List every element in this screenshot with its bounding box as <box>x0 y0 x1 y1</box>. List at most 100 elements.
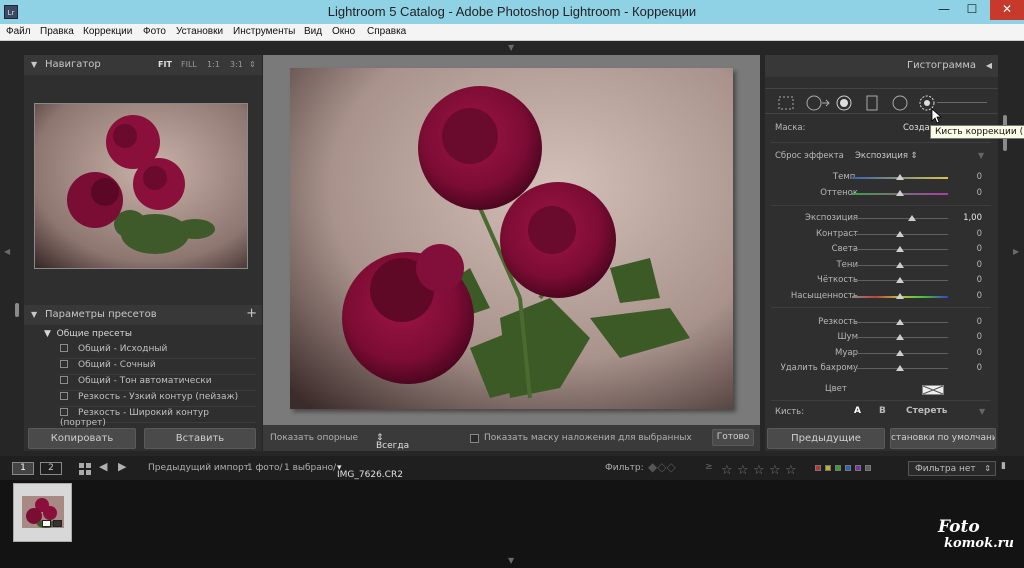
tool-size-slider[interactable] <box>937 102 987 103</box>
slider-thumb[interactable] <box>896 246 904 252</box>
color-label-swatch[interactable] <box>815 465 821 471</box>
spot-removal-icon[interactable] <box>805 95 831 111</box>
forward-arrow-icon[interactable]: ▶ <box>118 460 126 473</box>
menu-view[interactable]: Вид <box>304 26 322 37</box>
star-icon[interactable]: ☆ <box>769 463 781 478</box>
slider-value[interactable]: 1,00 <box>963 213 982 223</box>
slider-thumb[interactable] <box>896 334 904 340</box>
effect-select[interactable]: Экспозиция ⇕ <box>855 151 918 161</box>
collapse-triangle-icon[interactable]: ▼ <box>31 60 37 69</box>
color-swatch-icon[interactable] <box>922 385 944 395</box>
radial-filter-icon[interactable] <box>891 95 909 111</box>
slider-value[interactable]: 0 <box>977 291 982 301</box>
done-button[interactable]: Готово <box>712 429 754 446</box>
zoom-stepper-icon[interactable]: ⇕ <box>249 60 256 69</box>
slider-value[interactable]: 0 <box>977 317 982 327</box>
main-photo[interactable] <box>290 68 733 409</box>
expand-triangle-icon[interactable]: ▼ <box>44 329 57 339</box>
effect-collapse-icon[interactable]: ▼ <box>978 151 984 160</box>
slider-thumb[interactable] <box>896 262 904 268</box>
menu-window[interactable]: Окно <box>332 26 355 37</box>
brush-b-tab[interactable]: B <box>879 406 886 416</box>
zoom-fit[interactable]: FIT <box>158 60 172 69</box>
zoom-fill[interactable]: FILL <box>181 60 197 69</box>
source-label[interactable]: Предыдущий импорт <box>148 463 249 473</box>
graduated-filter-icon[interactable] <box>863 95 881 111</box>
left-panel-toggle-icon[interactable]: ◀ <box>4 247 10 256</box>
menu-tools[interactable]: Инструменты <box>233 26 295 37</box>
slider-thumb[interactable] <box>896 293 904 299</box>
preset-item[interactable]: Резкость - Узкий контур (пейзаж) <box>60 392 256 407</box>
brush-erase-tab[interactable]: Стереть <box>906 406 947 416</box>
preset-item[interactable]: Общий - Тон автоматически <box>60 376 256 391</box>
filter-lock-icon[interactable]: ▮ <box>1001 461 1006 471</box>
filename-select[interactable]: IMG_7626.CR2 ▾ <box>337 463 403 480</box>
color-label-swatch[interactable] <box>855 465 861 471</box>
slider-value[interactable]: 0 <box>977 348 982 358</box>
preset-group-general[interactable]: ▼ Общие пресеты <box>44 329 132 339</box>
brush-collapse-icon[interactable]: ▼ <box>979 407 985 416</box>
presets-header[interactable]: ▼ Параметры пресетов + <box>24 305 262 325</box>
menu-help[interactable]: Справка <box>367 26 406 37</box>
zoom-1-1[interactable]: 1:1 <box>207 60 220 69</box>
image-canvas[interactable] <box>263 55 760 425</box>
preset-item[interactable]: Общий - Сочный <box>60 360 256 375</box>
slider-thumb[interactable] <box>896 277 904 283</box>
slider-value[interactable]: 0 <box>977 260 982 270</box>
back-arrow-icon[interactable]: ◀ <box>99 460 107 473</box>
slider-track[interactable] <box>852 218 948 219</box>
slider-value[interactable]: 0 <box>977 244 982 254</box>
flag-filter-icon[interactable]: ◆◇◇ <box>648 460 676 474</box>
star-icon[interactable]: ☆ <box>737 463 749 478</box>
slider-thumb[interactable] <box>896 174 904 180</box>
slider-thumb[interactable] <box>896 350 904 356</box>
slider-value[interactable]: 0 <box>977 172 982 182</box>
preset-item[interactable]: Резкость - Широкий контур (портрет) <box>60 408 256 428</box>
crop-overlay-icon[interactable] <box>777 95 795 111</box>
slider-thumb[interactable] <box>896 190 904 196</box>
navigator-preview[interactable] <box>34 103 248 269</box>
primary-window-button[interactable]: 1 <box>12 462 34 475</box>
slider-thumb[interactable] <box>896 231 904 237</box>
red-eye-icon[interactable] <box>835 95 853 111</box>
menu-photo[interactable]: Фото <box>143 26 166 37</box>
slider-thumb[interactable] <box>896 365 904 371</box>
reset-effect-label[interactable]: Сброс эффекта <box>775 151 844 161</box>
histogram-collapse-icon[interactable]: ◀ <box>986 61 992 70</box>
star-icon[interactable]: ☆ <box>753 463 765 478</box>
color-label-swatch[interactable] <box>845 465 851 471</box>
histogram-header[interactable]: Гистограмма ◀ <box>765 55 998 77</box>
right-panel-toggle-icon[interactable]: ▶ <box>1013 247 1019 256</box>
slider-value[interactable]: 0 <box>977 332 982 342</box>
grid-view-icon[interactable] <box>79 463 91 475</box>
star-icon[interactable]: ☆ <box>785 463 797 478</box>
filter-select[interactable]: Фильтра нет ⇕ <box>908 461 996 476</box>
slider-value[interactable]: 0 <box>977 188 982 198</box>
maximize-button[interactable]: ☐ <box>958 0 986 20</box>
slider-value[interactable]: 0 <box>977 275 982 285</box>
slider-thumb[interactable] <box>896 319 904 325</box>
top-panel-toggle-icon[interactable]: ▼ <box>508 43 514 52</box>
paste-button[interactable]: Вставить <box>144 428 256 449</box>
left-scrollbar[interactable] <box>15 303 19 317</box>
reset-defaults-button[interactable]: становки по умолчанию... <box>890 428 996 449</box>
zoom-3-1[interactable]: 3:1 <box>230 60 243 69</box>
rating-operator-icon[interactable]: ≥ <box>705 462 713 472</box>
color-label-swatch[interactable] <box>825 465 831 471</box>
slider-thumb[interactable] <box>907 215 916 221</box>
color-label-swatch[interactable] <box>835 465 841 471</box>
close-button[interactable]: ✕ <box>990 0 1024 20</box>
menu-corrections[interactable]: Коррекции <box>83 26 132 37</box>
brush-a-tab[interactable]: A <box>854 406 861 416</box>
menu-edit[interactable]: Правка <box>40 26 74 37</box>
slider-value[interactable]: 0 <box>977 363 982 373</box>
copy-button[interactable]: Копировать <box>28 428 136 449</box>
navigator-header[interactable]: ▼ Навигатор FIT FILL 1:1 3:1 ⇕ <box>24 55 262 75</box>
add-preset-icon[interactable]: + <box>246 306 257 321</box>
mask-overlay-checkbox[interactable] <box>470 434 479 443</box>
previous-button[interactable]: Предыдущие <box>767 428 885 449</box>
filmstrip-thumbnail[interactable] <box>13 483 72 542</box>
preset-item[interactable]: Общий - Исходный <box>60 344 256 359</box>
bottom-panel-toggle-icon[interactable]: ▼ <box>508 556 514 565</box>
minimize-button[interactable]: — <box>930 0 958 20</box>
